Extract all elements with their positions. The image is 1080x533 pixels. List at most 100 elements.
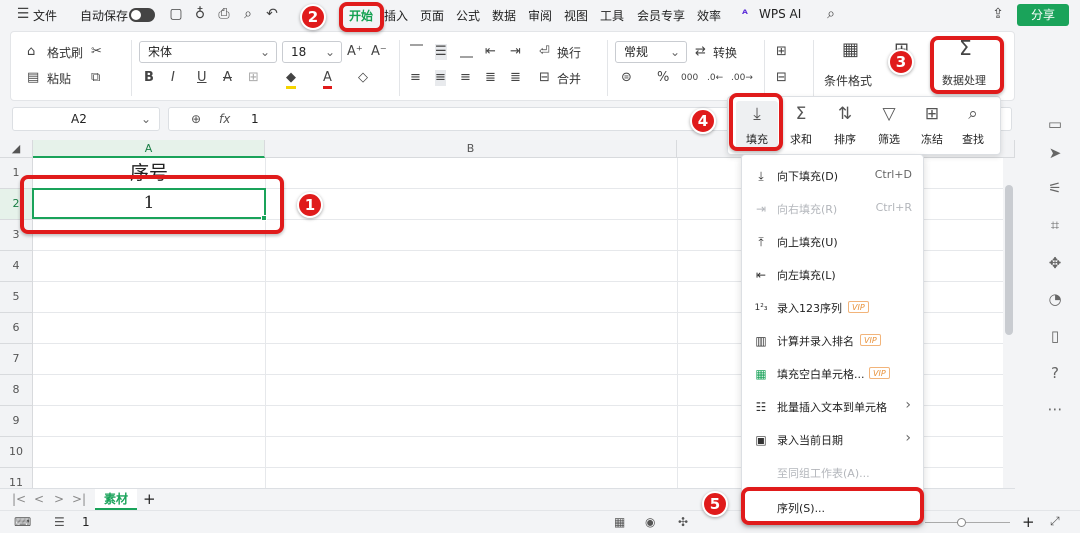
row-header-5[interactable]: 5	[0, 282, 33, 313]
indent-increase-icon[interactable]: ⇥	[510, 44, 521, 60]
bold-icon[interactable]: B	[144, 70, 154, 86]
cut-icon[interactable]: ✂	[91, 44, 102, 60]
tab-formula[interactable]: 公式	[456, 7, 480, 24]
justify-icon[interactable]: ≣	[485, 70, 496, 86]
fullscreen-icon[interactable]: ⤢	[1050, 514, 1060, 529]
row-header-11[interactable]: 11	[0, 468, 33, 488]
menu-item-same-group[interactable]: 至同组工作表(A)...	[742, 456, 925, 489]
book-icon[interactable]: ▯	[1045, 326, 1065, 346]
menu-item-fill-blank[interactable]: ▦ 填充空白单元格... VIP	[742, 357, 925, 390]
print-icon[interactable]: ⎙	[215, 5, 233, 23]
clear-format-icon[interactable]: ◇	[358, 70, 368, 86]
zoom-in-icon[interactable]: +	[1022, 513, 1035, 531]
tab-data[interactable]: 数据	[492, 7, 516, 24]
wrap-icon[interactable]: ⏎	[539, 44, 550, 60]
view-normal-icon[interactable]: ▦	[614, 515, 625, 529]
conditional-format-button[interactable]: 条件格式	[824, 72, 872, 89]
worksheet-icon[interactable]: ⊟	[776, 70, 787, 86]
zoom-slider[interactable]	[925, 522, 1010, 523]
align-left-icon[interactable]: ≡	[410, 70, 421, 86]
tab-review[interactable]: 审阅	[528, 7, 552, 24]
conditional-format-icon[interactable]: ▦	[842, 41, 859, 59]
chart-icon[interactable]: ◔	[1045, 289, 1065, 309]
file-menu[interactable]: 文件	[33, 7, 57, 24]
settings-sliders-icon[interactable]: ⚟	[1045, 178, 1065, 198]
paste-button[interactable]: 粘贴	[47, 70, 71, 87]
fill-color-icon[interactable]: ◆	[286, 70, 296, 89]
row-header-6[interactable]: 6	[0, 313, 33, 344]
sheet-tab-active[interactable]: 素材	[95, 489, 137, 510]
column-header-A[interactable]: A	[33, 140, 265, 158]
last-sheet-icon[interactable]: >|	[72, 492, 86, 506]
paste-icon[interactable]: ▤	[27, 70, 39, 86]
menu-item-sequence-123[interactable]: 1²₃ 录入123序列 VIP	[742, 291, 925, 324]
underline-icon[interactable]: U	[197, 70, 207, 86]
align-bottom-icon[interactable]: ⎽	[460, 44, 473, 60]
link-icon[interactable]: ♁	[191, 5, 209, 23]
crop-icon[interactable]: ⌗	[1045, 215, 1065, 235]
tab-insert[interactable]: 插入	[384, 7, 408, 24]
freeze-button[interactable]: ⊞ 冻结	[911, 101, 953, 151]
menu-item-rank[interactable]: ▥ 计算并录入排名 VIP	[742, 324, 925, 357]
align-top-icon[interactable]: ⎺	[410, 44, 423, 60]
filter-button[interactable]: ▽ 筛选	[868, 101, 910, 151]
row-header-10[interactable]: 10	[0, 437, 33, 468]
add-sheet-icon[interactable]: +	[143, 490, 156, 508]
zoom-icon[interactable]: ⊕	[191, 108, 201, 130]
prev-sheet-icon[interactable]: <	[34, 492, 44, 506]
first-sheet-icon[interactable]: |<	[12, 492, 26, 506]
align-right-icon[interactable]: ≡	[460, 70, 471, 86]
indent-decrease-icon[interactable]: ⇤	[485, 44, 496, 60]
tab-page[interactable]: 页面	[420, 7, 444, 24]
convert-icon[interactable]: ⇄	[695, 44, 706, 60]
zoom-slider-handle[interactable]	[957, 518, 966, 527]
sort-button[interactable]: ⇅ 排序	[824, 101, 866, 151]
tools-icon[interactable]: ✥	[1045, 253, 1065, 273]
distribute-icon[interactable]: ≣	[510, 70, 521, 86]
tab-member[interactable]: 会员专享	[637, 7, 685, 24]
eye-icon[interactable]: ◉	[645, 515, 655, 529]
decimal-increase-icon[interactable]: .0←	[707, 70, 723, 86]
cloud-upload-icon[interactable]: ⇪	[989, 5, 1007, 23]
share-button[interactable]: 分享	[1017, 4, 1069, 26]
row-header-4[interactable]: 4	[0, 251, 33, 282]
sheet-list-icon[interactable]: ☰	[54, 515, 65, 529]
column-header-B[interactable]: B	[265, 140, 677, 158]
print-preview-icon[interactable]: ⌕	[239, 5, 257, 23]
next-sheet-icon[interactable]: >	[54, 492, 64, 506]
tab-efficiency[interactable]: 效率	[697, 7, 721, 24]
italic-icon[interactable]: I	[171, 70, 175, 86]
currency-icon[interactable]: ⊜	[621, 70, 632, 86]
pointer-icon[interactable]: ➤	[1045, 143, 1065, 163]
convert-button[interactable]: 转换	[713, 44, 737, 61]
row-header-8[interactable]: 8	[0, 375, 33, 406]
more-icon[interactable]: ⋯	[1045, 399, 1065, 419]
collapse-sidebar-icon[interactable]: ▭	[1045, 114, 1065, 134]
row-col-icon[interactable]: ⊞	[776, 44, 787, 60]
font-size-select[interactable]: 18 ⌄	[282, 41, 342, 63]
align-middle-icon[interactable]: ☰	[435, 44, 447, 60]
copy-icon[interactable]: ⧉	[91, 70, 100, 86]
menu-item-fill-left[interactable]: ⇤ 向左填充(L)	[742, 258, 925, 291]
help-icon[interactable]: ?	[1045, 363, 1065, 383]
page-layout-icon[interactable]: ✣	[678, 515, 688, 529]
menu-item-fill-right[interactable]: ⇥ 向右填充(R) Ctrl+R	[742, 192, 925, 225]
menu-item-fill-down[interactable]: ⤓ 向下填充(D) Ctrl+D	[742, 159, 925, 192]
menu-icon[interactable]: ☰	[14, 5, 32, 23]
tab-view[interactable]: 视图	[564, 7, 588, 24]
wps-ai-button[interactable]: WPS AI	[759, 7, 801, 21]
format-painter-button[interactable]: 格式刷	[47, 44, 83, 61]
macro-icon[interactable]: ⌨	[14, 515, 31, 529]
fx-icon[interactable]: fx	[219, 108, 230, 130]
align-center-icon[interactable]: ≡	[435, 70, 446, 86]
border-icon[interactable]: ⊞	[248, 70, 259, 86]
merge-button[interactable]: 合并	[557, 70, 581, 87]
menu-item-insert-text[interactable]: ☷ 批量插入文本到单元格 ›	[742, 390, 925, 423]
font-name-select[interactable]: 宋体 ⌄	[139, 41, 277, 63]
find-button[interactable]: ⌕ 查找	[952, 101, 994, 151]
format-painter-icon[interactable]: ⌂	[27, 44, 35, 60]
autosave-toggle[interactable]	[129, 8, 155, 22]
merge-icon[interactable]: ⊟	[539, 70, 550, 86]
decrease-font-icon[interactable]: A⁻	[371, 44, 387, 60]
sum-button[interactable]: Σ 求和	[780, 101, 822, 151]
